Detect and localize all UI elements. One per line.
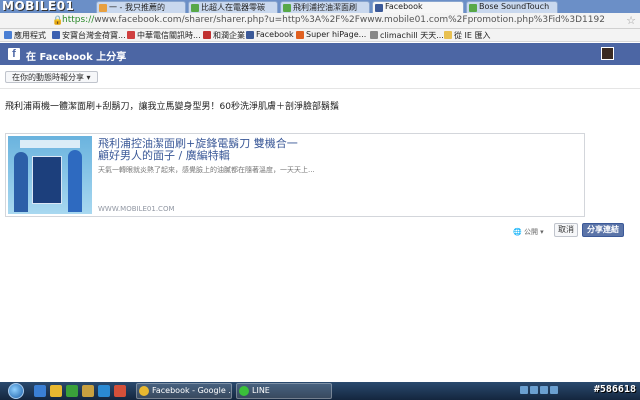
tray-icon[interactable] bbox=[530, 386, 538, 394]
tab-label: Facebook bbox=[385, 2, 423, 11]
privacy-label: 公開 ▾ bbox=[523, 228, 544, 236]
thumbnail-model-right bbox=[68, 150, 82, 212]
bookmarks-bar: 應用程式 安寶台灣金荷寶... 中華電信關訊時... 和潤企業 Facebook… bbox=[0, 29, 640, 42]
bookmark-label: Super hiPage... bbox=[306, 30, 367, 39]
bookmark-favicon-icon bbox=[127, 31, 135, 39]
tab-0[interactable]: 一 - 我只推薦的 bbox=[96, 1, 186, 13]
facebook-logo-icon: f bbox=[8, 48, 20, 60]
line-icon bbox=[239, 386, 249, 396]
tab-1[interactable]: 比超人在電器零碳 bbox=[188, 1, 278, 13]
ie-icon[interactable] bbox=[34, 385, 46, 397]
divider bbox=[0, 88, 640, 89]
share-message-input[interactable]: 飛利浦兩機一體潔面刷+刮鬍刀，讓我立馬變身型男！60秒洗淨肌膚＋剖淨臉部鬍鬚 bbox=[5, 99, 339, 112]
mobile01-watermark-logo: MOBILE01 bbox=[2, 0, 75, 13]
preview-description: 天氣一轉眼就炎熱了起來，感覺臉上的油膩都在隨著溫度，一天天上... bbox=[98, 166, 315, 174]
share-destination-dropdown[interactable]: 在你的動態時報分享 ▾ bbox=[5, 71, 98, 83]
tray-icon[interactable] bbox=[520, 386, 528, 394]
bookmark-6[interactable]: climachill 天天... bbox=[370, 30, 444, 41]
watermark-id: #586618 bbox=[593, 384, 636, 395]
bookmark-apps[interactable]: 應用程式 bbox=[4, 30, 46, 41]
url-scheme: https:// bbox=[62, 15, 95, 25]
folder-icon bbox=[444, 31, 452, 39]
taskbar-item-chrome[interactable]: Facebook - Google ... bbox=[136, 383, 232, 399]
preview-title-line2: 顧好男人的面子 / 廣編特輯 bbox=[98, 149, 230, 162]
globe-icon: 🌐 bbox=[513, 228, 522, 236]
avatar[interactable] bbox=[601, 47, 614, 60]
address-bar[interactable]: 🔒 https://www.facebook.com/sharer/sharer… bbox=[0, 13, 640, 29]
tab-label: Bose SoundTouch bbox=[479, 2, 550, 11]
privacy-selector[interactable]: 🌐 公開 ▾ bbox=[513, 227, 544, 237]
bookmark-label: 安寶台灣金荷寶... bbox=[62, 31, 126, 40]
bookmark-2[interactable]: 中華電信關訊時... bbox=[127, 30, 201, 41]
page-title: 在 Facebook 上分享 bbox=[26, 52, 127, 63]
url-text[interactable]: https://www.facebook.com/sharer/sharer.p… bbox=[62, 15, 605, 25]
bookmark-label: Facebook bbox=[256, 30, 294, 39]
explorer-icon[interactable] bbox=[50, 385, 62, 397]
taskbar-item-label: LINE bbox=[252, 386, 270, 395]
taskbar-item-label: Facebook - Google ... bbox=[152, 386, 232, 395]
system-tray[interactable] bbox=[520, 386, 560, 396]
bookmark-favicon-icon bbox=[370, 31, 378, 39]
tab-label: 一 - 我只推薦的 bbox=[109, 3, 165, 12]
facebook-header: f 在 Facebook 上分享 bbox=[0, 43, 640, 65]
preview-domain: WWW.MOBILE01.COM bbox=[98, 205, 175, 213]
url-path: www.facebook.com/sharer/sharer.php?u=htt… bbox=[94, 15, 605, 25]
bookmark-3[interactable]: 和潤企業 bbox=[203, 30, 245, 41]
app-icon[interactable] bbox=[82, 385, 94, 397]
tab-favicon-icon bbox=[191, 4, 199, 12]
bookmark-label: 應用程式 bbox=[14, 31, 46, 40]
bookmark-label: 和潤企業 bbox=[213, 31, 245, 40]
cancel-button[interactable]: 取消 bbox=[554, 223, 578, 237]
tab-favicon-icon bbox=[99, 4, 107, 12]
tab-3[interactable]: Facebook bbox=[372, 1, 464, 13]
chrome-icon bbox=[139, 386, 149, 396]
tray-icon[interactable] bbox=[550, 386, 558, 394]
tab-2[interactable]: 飛利浦控油潔面刷 bbox=[280, 1, 370, 13]
bookmark-favicon-icon bbox=[203, 31, 211, 39]
media-icon[interactable] bbox=[66, 385, 78, 397]
preview-thumbnail bbox=[8, 136, 92, 214]
app-icon[interactable] bbox=[98, 385, 110, 397]
tab-4[interactable]: Bose SoundTouch bbox=[466, 1, 558, 13]
taskbar-item-line[interactable]: LINE bbox=[236, 383, 332, 399]
facebook-favicon-icon bbox=[375, 4, 383, 12]
bookmark-1[interactable]: 安寶台灣金荷寶... bbox=[52, 30, 126, 41]
bookmark-favicon-icon bbox=[52, 31, 60, 39]
bookmark-4[interactable]: Facebook bbox=[246, 30, 294, 39]
bookmark-5[interactable]: Super hiPage... bbox=[296, 30, 366, 39]
tab-favicon-icon bbox=[469, 4, 477, 12]
windows-taskbar: Facebook - Google ... LINE bbox=[0, 382, 640, 400]
star-icon[interactable]: ☆ bbox=[626, 14, 636, 27]
tab-label: 比超人在電器零碳 bbox=[201, 3, 265, 12]
facebook-icon bbox=[246, 31, 254, 39]
chrome-icon[interactable] bbox=[114, 385, 126, 397]
tab-favicon-icon bbox=[283, 4, 291, 12]
bookmark-folder[interactable]: 從 IE 匯入 bbox=[444, 30, 491, 41]
apps-icon bbox=[4, 31, 12, 39]
thumbnail-banner bbox=[20, 140, 80, 148]
thumbnail-product bbox=[32, 156, 62, 204]
bookmark-label: 中華電信關訊時... bbox=[137, 31, 201, 40]
preview-title[interactable]: 飛利浦控油潔面刷+旋鋒電鬍刀 雙機合一 顧好男人的面子 / 廣編特輯 bbox=[98, 138, 298, 162]
share-link-button[interactable]: 分享連結 bbox=[582, 223, 624, 237]
tray-icon[interactable] bbox=[540, 386, 548, 394]
link-preview-card[interactable]: 飛利浦控油潔面刷+旋鋒電鬍刀 雙機合一 顧好男人的面子 / 廣編特輯 天氣一轉眼… bbox=[5, 133, 585, 217]
bookmark-label: 從 IE 匯入 bbox=[454, 31, 491, 40]
thumbnail-model-left bbox=[14, 152, 28, 212]
start-button[interactable] bbox=[8, 383, 24, 399]
tab-label: 飛利浦控油潔面刷 bbox=[293, 3, 357, 12]
browser-tab-strip: MOBILE01 一 - 我只推薦的 比超人在電器零碳 飛利浦控油潔面刷 Fac… bbox=[0, 0, 640, 13]
bookmark-favicon-icon bbox=[296, 31, 304, 39]
bookmark-label: climachill 天天... bbox=[380, 31, 444, 40]
